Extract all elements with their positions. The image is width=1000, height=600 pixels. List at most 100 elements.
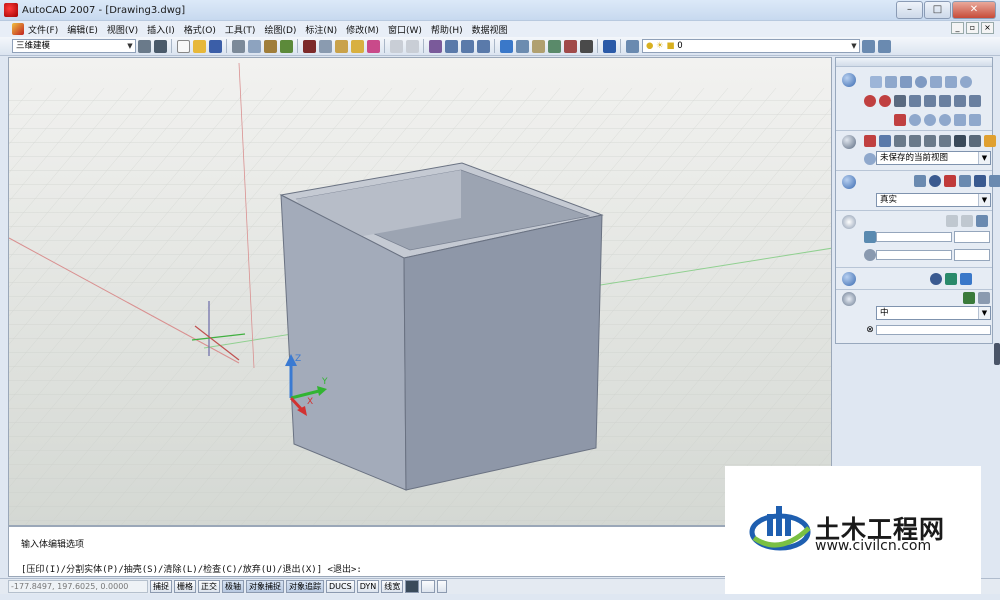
layer-select[interactable]: ● ☀ ■ 0 ▼	[642, 39, 860, 53]
cut-icon[interactable]	[302, 39, 316, 53]
coordinate-readout[interactable]: -177.8497, 197.6025, 0.0000	[8, 580, 148, 593]
menu-format[interactable]: 格式(O)	[184, 23, 216, 36]
pan-icon[interactable]	[428, 39, 442, 53]
subtract-icon[interactable]	[924, 114, 936, 126]
visual-style-select[interactable]: 真实 ▼	[876, 193, 991, 207]
copy-icon[interactable]	[318, 39, 332, 53]
otrack-toggle[interactable]: 对象追踪	[286, 580, 324, 593]
3d-zoom-icon[interactable]	[879, 135, 891, 147]
presspull-icon[interactable]	[909, 95, 921, 107]
render-teapot-icon[interactable]	[963, 292, 975, 304]
properties-icon[interactable]	[499, 39, 513, 53]
render-window-icon[interactable]	[978, 292, 990, 304]
brightness-value-box[interactable]	[954, 231, 990, 243]
drawing-canvas[interactable]: Z Y X	[8, 57, 832, 526]
section-plane-icon[interactable]	[969, 114, 981, 126]
camera-icon[interactable]	[954, 135, 966, 147]
polar-toggle[interactable]: 极轴	[222, 580, 244, 593]
revolve-icon[interactable]	[939, 95, 951, 107]
light-list-icon[interactable]	[976, 215, 988, 227]
quickcalc-icon[interactable]	[579, 39, 593, 53]
make-current-layer-icon[interactable]	[861, 39, 875, 53]
palette-edge-tab[interactable]	[994, 343, 1000, 365]
3d-move-icon[interactable]	[864, 95, 876, 107]
3d-rotate-icon[interactable]	[879, 95, 891, 107]
doc-restore-button[interactable]: ▫	[966, 22, 979, 34]
new-file-icon[interactable]	[176, 39, 190, 53]
lineweight-toggle[interactable]: 线宽	[381, 580, 404, 593]
helix-icon[interactable]	[969, 95, 981, 107]
named-views-icon[interactable]	[984, 135, 996, 147]
menu-insert[interactable]: 插入(I)	[147, 23, 175, 36]
doc-minimize-button[interactable]: _	[951, 22, 964, 34]
model-icon[interactable]	[405, 580, 420, 593]
render-slider[interactable]	[876, 325, 991, 335]
print-icon[interactable]	[231, 39, 245, 53]
design-web-icon[interactable]	[279, 39, 293, 53]
face-settings-icon[interactable]	[974, 175, 986, 187]
autocad-app-icon[interactable]	[4, 3, 18, 17]
command-prompt-line[interactable]: [压印(I)/分割实体(P)/抽壳(S)/清除(L)/检查(C)/放弃(U)/退…	[21, 562, 362, 575]
workspace-settings-icon[interactable]	[137, 39, 151, 53]
redo-icon[interactable]	[405, 39, 419, 53]
snap-toggle[interactable]: 捕捉	[150, 580, 172, 593]
realistic-icon[interactable]	[944, 175, 956, 187]
torus-icon[interactable]	[960, 76, 972, 88]
dyn-toggle[interactable]: DYN	[356, 580, 380, 593]
3d-hidden-icon[interactable]	[929, 175, 941, 187]
close-icon[interactable]: ⊗	[864, 324, 876, 336]
layer-manager-icon[interactable]	[625, 39, 639, 53]
menu-tools[interactable]: 工具(T)	[225, 23, 256, 36]
view-cube-icon[interactable]	[969, 135, 981, 147]
menu-edit[interactable]: 编辑(E)	[67, 23, 98, 36]
ortho-toggle[interactable]: 正交	[198, 580, 220, 593]
view-select[interactable]: 未保存的当前视图 ▼	[876, 151, 991, 165]
point-light-icon[interactable]	[946, 215, 958, 227]
3d-pan-icon[interactable]	[864, 135, 876, 147]
pyramid-icon[interactable]	[945, 76, 957, 88]
fly-icon[interactable]	[939, 135, 951, 147]
cone-icon[interactable]	[900, 76, 912, 88]
render-quality-select[interactable]: 中 ▼	[876, 306, 991, 320]
conceptual-icon[interactable]	[959, 175, 971, 187]
extrude-icon[interactable]	[894, 95, 906, 107]
publish-icon[interactable]	[263, 39, 277, 53]
wedge-icon[interactable]	[885, 76, 897, 88]
grid-toggle[interactable]: 栅格	[174, 580, 196, 593]
ducs-toggle[interactable]: DUCS	[326, 580, 355, 593]
union-icon[interactable]	[909, 114, 921, 126]
materials-list-icon[interactable]	[930, 273, 942, 285]
tool-palettes-icon[interactable]	[531, 39, 545, 53]
cylinder-icon[interactable]	[930, 76, 942, 88]
zoom-window-icon[interactable]	[460, 39, 474, 53]
sheet-set-icon[interactable]	[547, 39, 561, 53]
close-button[interactable]: ✕	[952, 1, 996, 19]
box-icon[interactable]	[870, 76, 882, 88]
slice-icon[interactable]	[954, 114, 966, 126]
design-center-icon[interactable]	[515, 39, 529, 53]
block-editor-icon[interactable]	[366, 39, 380, 53]
3d-orbit-icon[interactable]	[894, 135, 906, 147]
menu-view[interactable]: 视图(V)	[107, 23, 138, 36]
paste-icon[interactable]	[334, 39, 348, 53]
time-slider[interactable]	[876, 250, 952, 260]
menu-file[interactable]: 文件(F)	[28, 23, 58, 36]
sphere-icon[interactable]	[915, 76, 927, 88]
menu-data-view[interactable]: 数据视图	[472, 23, 508, 36]
layer-previous-icon[interactable]	[877, 39, 891, 53]
ucs-icon[interactable]	[894, 114, 906, 126]
osnap-toggle[interactable]: 对象捕捉	[246, 580, 284, 593]
edge-settings-icon[interactable]	[989, 175, 1000, 187]
markup-icon[interactable]	[563, 39, 577, 53]
menu-draw[interactable]: 绘图(D)	[264, 23, 296, 36]
view-orient-icon[interactable]	[864, 153, 876, 165]
command-window[interactable]: 输入体编辑选项 [压印(I)/分割实体(P)/抽壳(S)/清除(L)/检查(C)…	[8, 526, 832, 577]
apply-material-icon[interactable]	[945, 273, 957, 285]
time-value-box[interactable]	[954, 249, 990, 261]
2d-wireframe-icon[interactable]	[914, 175, 926, 187]
walk-icon[interactable]	[924, 135, 936, 147]
doc-close-button[interactable]: ×	[981, 22, 994, 34]
status-menu-icon[interactable]	[437, 580, 448, 593]
sun-light-icon[interactable]	[961, 215, 973, 227]
loft-icon[interactable]	[954, 95, 966, 107]
